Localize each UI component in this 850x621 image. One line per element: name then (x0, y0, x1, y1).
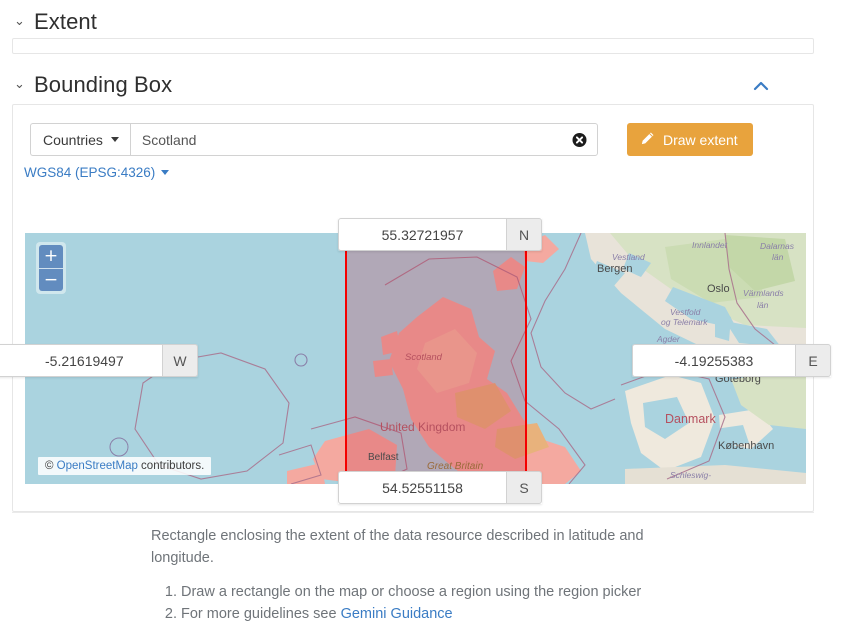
gemini-guidance-link[interactable]: Gemini Guidance (341, 606, 453, 621)
section-header-extent[interactable]: ⌄ Extent (14, 11, 97, 33)
chevron-down-icon[interactable]: ⌄ (14, 15, 25, 28)
chevron-down-icon[interactable]: ⌄ (14, 78, 25, 91)
footer-divider (12, 512, 814, 513)
region-search-input[interactable] (130, 130, 597, 149)
zoom-out-button[interactable]: − (39, 268, 63, 291)
region-type-dropdown[interactable]: Countries (30, 123, 130, 156)
guidance-description: Rectangle enclosing the extent of the da… (151, 528, 644, 566)
region-type-label: Countries (43, 131, 103, 148)
region-picker: Countries (30, 123, 598, 156)
pencil-icon (640, 131, 655, 149)
south-coordinate-group: S (338, 471, 542, 504)
guidance-step-text: For more guidelines see (181, 606, 341, 621)
crs-label: WGS84 (EPSG:4326) (24, 165, 156, 180)
section-title-bounding-box: Bounding Box (34, 72, 173, 97)
section-header-bounding-box[interactable]: ⌄ Bounding Box (14, 74, 172, 96)
south-coordinate-input[interactable] (338, 471, 506, 504)
attribution-copyright: © (45, 460, 57, 472)
draw-extent-label: Draw extent (663, 131, 738, 148)
guidance-step: Draw a rectangle on the map or choose a … (181, 582, 661, 604)
south-suffix-label: S (506, 471, 542, 504)
caret-down-icon (110, 137, 119, 142)
draw-extent-button[interactable]: Draw extent (627, 123, 753, 156)
collapse-section-button[interactable] (750, 75, 772, 97)
guidance-text: Rectangle enclosing the extent of the da… (151, 526, 661, 621)
guidance-step: For more guidelines see Gemini Guidance (181, 604, 661, 621)
east-coordinate-input[interactable] (632, 344, 795, 377)
guidance-steps-list: Draw a rectangle on the map or choose a … (151, 582, 661, 621)
map-zoom-controls: + − (36, 242, 66, 294)
west-suffix-label: W (162, 344, 198, 377)
bounding-box-selection-rectangle[interactable] (345, 233, 527, 484)
attribution-suffix: contributors. (137, 460, 205, 472)
west-coordinate-group: W (0, 344, 198, 377)
extent-panel (12, 38, 814, 54)
north-suffix-label: N (506, 218, 542, 251)
east-coordinate-group: E (632, 344, 831, 377)
caret-down-icon (161, 170, 170, 175)
zoom-in-button[interactable]: + (39, 245, 63, 268)
north-coordinate-input[interactable] (338, 218, 506, 251)
bounding-box-page: ⌄ Extent ⌄ Bounding Box Countries Scotla… (0, 0, 850, 621)
north-coordinate-group: N (338, 218, 542, 251)
clear-icon[interactable] (572, 132, 587, 147)
east-suffix-label: E (795, 344, 831, 377)
map-attribution: © OpenStreetMap contributors. (38, 457, 212, 475)
west-coordinate-input[interactable] (0, 344, 162, 377)
region-search-wrapper (129, 123, 598, 156)
crs-selector[interactable]: WGS84 (EPSG:4326) (24, 165, 170, 180)
openstreetmap-link[interactable]: OpenStreetMap (57, 460, 138, 472)
section-title-extent: Extent (34, 9, 97, 34)
